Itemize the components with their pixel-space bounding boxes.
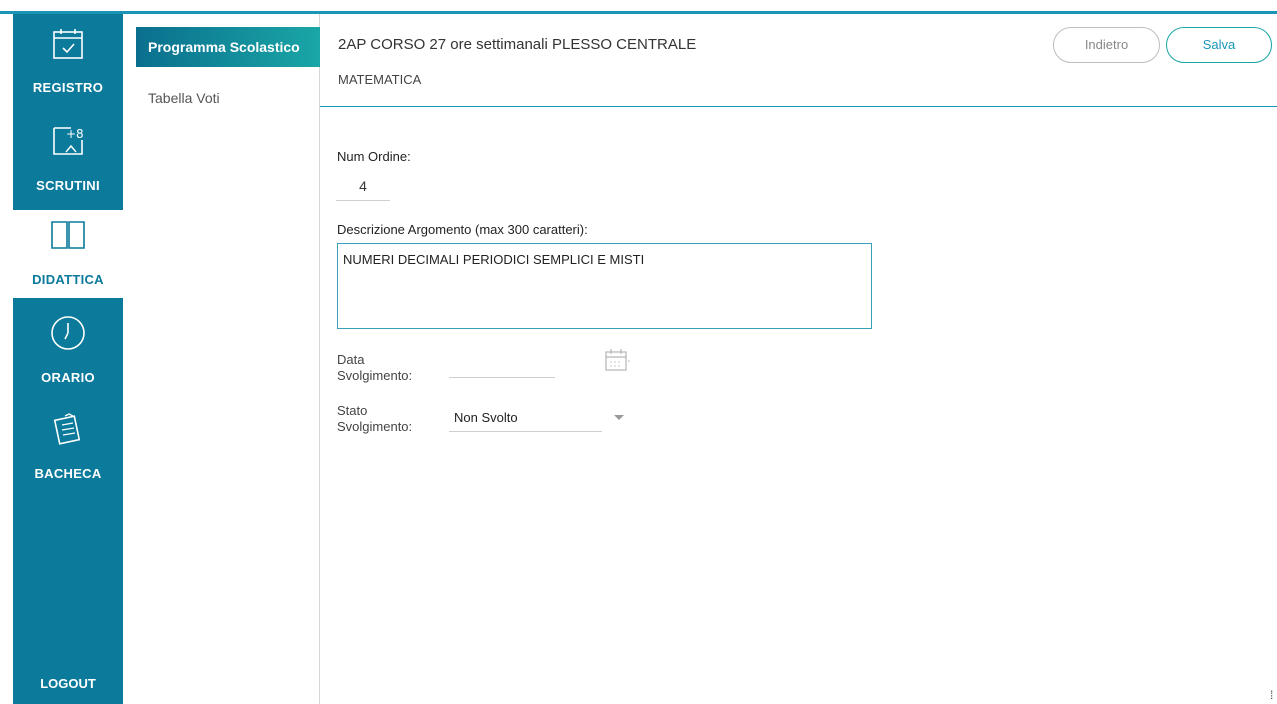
page-header: 2AP CORSO 27 ore settimanali PLESSO CENT… [320,14,1277,107]
nav-registro[interactable]: REGISTRO [13,14,123,102]
page-title: 2AP CORSO 27 ore settimanali PLESSO CENT… [338,36,697,53]
book-icon [51,221,85,249]
stato-svolgimento-label-line1: Stato [337,403,368,418]
num-ordine-label: Num Ordine: [337,149,411,164]
sub-nav: Programma Scolastico Tabella Voti [123,14,320,704]
save-button[interactable]: Salva [1166,27,1272,63]
nav-didattica[interactable]: DIDATTICA [13,210,123,298]
nav-bacheca-label: BACHECA [34,466,102,481]
resize-handle-icon: ⁞ [1270,688,1274,702]
calendar-icon[interactable] [604,348,630,372]
nav-didattica-label: DIDATTICA [32,272,104,287]
data-svolgimento-label-line2: Svolgimento: [337,368,413,383]
notes-icon [53,413,81,445]
nav-registro-label: REGISTRO [32,80,104,95]
calendar-check-icon [53,29,83,59]
chevron-down-icon[interactable] [614,415,624,420]
stato-svolgimento-label-line2: Svolgimento: [337,419,413,434]
data-svolgimento-input[interactable] [449,360,555,378]
stato-svolgimento-value: Non Svolto [454,410,518,425]
subnav-item-tabella-voti[interactable]: Tabella Voti [136,78,320,118]
scrutini-icon: +8 [53,127,84,155]
nav-scrutini-label: SCRUTINI [36,178,100,193]
data-svolgimento-label-line1: Data [337,352,365,367]
svg-text:+8: +8 [66,127,84,141]
left-nav: REGISTRO +8 SCRUTINI DIDATTICA ORARIO BA… [13,14,123,704]
nav-orario-label: ORARIO [41,370,95,385]
back-button[interactable]: Indietro [1053,27,1160,63]
nav-scrutini[interactable]: +8 SCRUTINI [13,112,123,200]
descrizione-label: Descrizione Argomento (max 300 caratteri… [337,222,588,237]
page-subtitle: MATEMATICA [338,72,422,87]
nav-bacheca[interactable]: BACHECA [13,404,123,492]
nav-orario[interactable]: ORARIO [13,308,123,396]
logout-link[interactable]: LOGOUT [13,676,123,691]
stato-svolgimento-select[interactable]: Non Svolto [449,410,602,432]
subnav-item-programma[interactable]: Programma Scolastico [136,27,320,67]
descrizione-textarea[interactable]: NUMERI DECIMALI PERIODICI SEMPLICI E MIS… [337,243,872,329]
num-ordine-field[interactable]: 4 [336,172,390,201]
clock-icon [51,316,85,350]
